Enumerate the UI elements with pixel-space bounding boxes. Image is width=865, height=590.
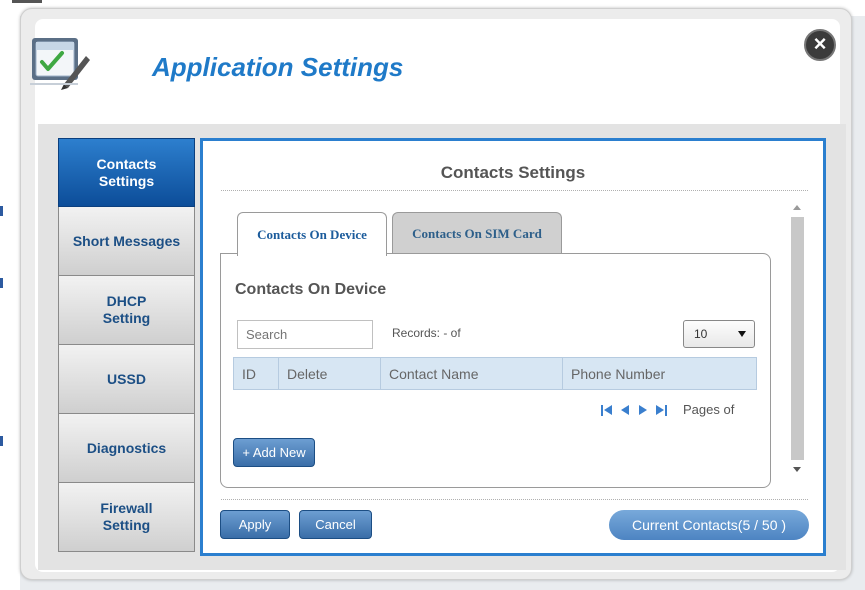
- next-page-icon[interactable]: [637, 404, 649, 416]
- scrollbar-thumb[interactable]: [791, 217, 804, 460]
- section-heading: Contacts On Device: [235, 281, 387, 298]
- contacts-tab-content: Contacts On Device Records: - of 10 ID D…: [220, 253, 771, 488]
- pagination: Pages of: [601, 402, 734, 417]
- checklist-pen-icon: [30, 38, 90, 90]
- tab-contacts-on-device[interactable]: Contacts On Device: [237, 212, 387, 256]
- panel-title: Contacts Settings: [440, 163, 586, 182]
- sidebar-item-diagnostics[interactable]: Diagnostics: [58, 414, 195, 483]
- sidebar-item-firewall-setting[interactable]: Firewall Setting: [58, 483, 195, 552]
- search-input[interactable]: [237, 320, 373, 349]
- background-decoration: [12, 0, 42, 4]
- column-header-delete[interactable]: Delete: [278, 357, 381, 390]
- chevron-down-icon: [738, 331, 746, 337]
- background-left-edge: [0, 16, 20, 590]
- column-header-contact-name[interactable]: Contact Name: [380, 357, 563, 390]
- add-new-button[interactable]: + Add New: [233, 438, 315, 467]
- records-count: Records: - of: [392, 326, 461, 340]
- pages-label: Pages of: [683, 402, 735, 417]
- divider: [221, 499, 808, 500]
- column-header-id[interactable]: ID: [233, 357, 279, 390]
- prev-page-icon[interactable]: [619, 404, 631, 416]
- page-size-select[interactable]: 10: [683, 320, 755, 348]
- settings-sidebar: Contacts Settings Short Messages DHCP Se…: [58, 138, 195, 552]
- current-contacts-button[interactable]: Current Contacts(5 / 50 ): [609, 510, 809, 540]
- scrollbar[interactable]: [789, 201, 806, 478]
- dialog-title: Application Settings: [152, 52, 404, 82]
- divider: [221, 190, 808, 191]
- last-page-icon[interactable]: [655, 404, 667, 416]
- apply-button[interactable]: Apply: [220, 510, 290, 539]
- column-header-phone-number[interactable]: Phone Number: [562, 357, 757, 390]
- page-size-value: 10: [694, 327, 708, 341]
- scroll-up-icon[interactable]: [793, 205, 801, 210]
- scroll-down-icon[interactable]: [793, 467, 801, 472]
- tab-contacts-on-sim-card[interactable]: Contacts On SIM Card: [392, 212, 562, 254]
- contacts-settings-panel: Contacts Settings Contacts On Device Con…: [200, 138, 826, 556]
- cancel-button[interactable]: Cancel: [299, 510, 372, 539]
- close-icon[interactable]: ×: [804, 29, 836, 61]
- contacts-table: ID Delete Contact Name Phone Number: [233, 357, 757, 390]
- sidebar-item-contacts-settings[interactable]: Contacts Settings: [58, 138, 195, 207]
- sidebar-item-dhcp-setting[interactable]: DHCP Setting: [58, 276, 195, 345]
- sidebar-item-short-messages[interactable]: Short Messages: [58, 207, 195, 276]
- first-page-icon[interactable]: [601, 404, 613, 416]
- sidebar-item-ussd[interactable]: USSD: [58, 345, 195, 414]
